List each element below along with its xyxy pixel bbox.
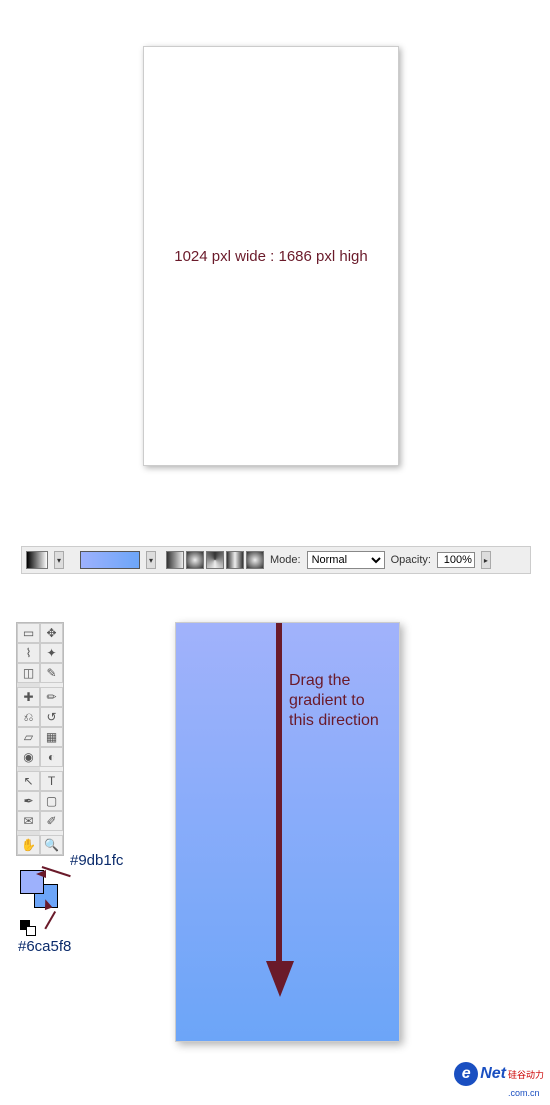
tools-panel: ▭✥⌇✦◫✎✚✏⎌↺▱▦◉◐↖T✒▢✉✐✋🔍 xyxy=(16,622,64,856)
logo-e-icon: e xyxy=(454,1062,478,1086)
slice-icon[interactable]: ✎ xyxy=(40,663,63,683)
move-icon[interactable]: ✥ xyxy=(40,623,63,643)
gradient-canvas-document[interactable]: Drag the gradient to this direction xyxy=(175,622,400,1042)
drag-arrow-shaft xyxy=(276,623,282,963)
reflected-gradient-button[interactable] xyxy=(226,551,244,569)
canvas-dimensions-label: 1024 pxl wide : 1686 pxl high xyxy=(174,248,367,265)
radial-gradient-button[interactable] xyxy=(186,551,204,569)
zoom-icon[interactable]: 🔍 xyxy=(40,835,63,855)
diamond-gradient-button[interactable] xyxy=(246,551,264,569)
drag-arrow-head-icon xyxy=(266,961,294,997)
logo-domain-text: .com.cn xyxy=(508,1088,540,1098)
stamp-icon[interactable]: ⎌ xyxy=(17,707,40,727)
path-icon[interactable]: ↖ xyxy=(17,771,40,791)
bg-hex-label: #6ca5f8 xyxy=(18,938,71,955)
history-icon[interactable]: ↺ xyxy=(40,707,63,727)
note-icon[interactable]: ✉ xyxy=(17,811,40,831)
type-icon[interactable]: T xyxy=(40,771,63,791)
hand-icon[interactable]: ✋ xyxy=(17,835,40,855)
blend-mode-select[interactable]: Normal xyxy=(307,551,385,569)
opacity-label: Opacity: xyxy=(391,554,431,566)
crop-icon[interactable]: ◫ xyxy=(17,663,40,683)
blur-icon[interactable]: ◉ xyxy=(17,747,40,767)
wand-icon[interactable]: ✦ xyxy=(40,643,63,663)
heal-icon[interactable]: ✚ xyxy=(17,687,40,707)
mode-label: Mode: xyxy=(270,554,301,566)
blank-canvas-document: 1024 pxl wide : 1686 pxl high xyxy=(143,46,399,466)
pen-icon[interactable]: ✒ xyxy=(17,791,40,811)
opacity-input[interactable] xyxy=(437,552,475,568)
eyedrop-icon[interactable]: ✐ xyxy=(40,811,63,831)
default-colors-icon-bg xyxy=(26,926,36,936)
lasso-icon[interactable]: ⌇ xyxy=(17,643,40,663)
angle-gradient-button[interactable] xyxy=(206,551,224,569)
gradient-picker-dropdown[interactable]: ▾ xyxy=(146,551,156,569)
gradient-tool-picker[interactable] xyxy=(26,551,48,569)
tool-preset-dropdown[interactable]: ▾ xyxy=(54,551,64,569)
eraser-icon[interactable]: ▱ xyxy=(17,727,40,747)
gradient-options-bar: ▾ ▾ Mode: Normal Opacity: ▸ xyxy=(21,546,531,574)
watermark-logo: e Net 硅谷动力 .com.cn xyxy=(454,1062,544,1101)
opacity-dropdown[interactable]: ▸ xyxy=(481,551,491,569)
fg-hex-label: #9db1fc xyxy=(70,852,123,869)
shape-icon[interactable]: ▢ xyxy=(40,791,63,811)
gradient-icon[interactable]: ▦ xyxy=(40,727,63,747)
logo-cn-text: 硅谷动力 xyxy=(508,1070,544,1080)
logo-net-text: Net xyxy=(480,1065,506,1083)
gradient-type-buttons xyxy=(166,551,264,569)
linear-gradient-button[interactable] xyxy=(166,551,184,569)
gradient-preview[interactable] xyxy=(80,551,140,569)
drag-instruction-text: Drag the gradient to this direction xyxy=(289,671,389,731)
brush-icon[interactable]: ✏ xyxy=(40,687,63,707)
dodge-icon[interactable]: ◐ xyxy=(40,747,63,767)
marquee-icon[interactable]: ▭ xyxy=(17,623,40,643)
